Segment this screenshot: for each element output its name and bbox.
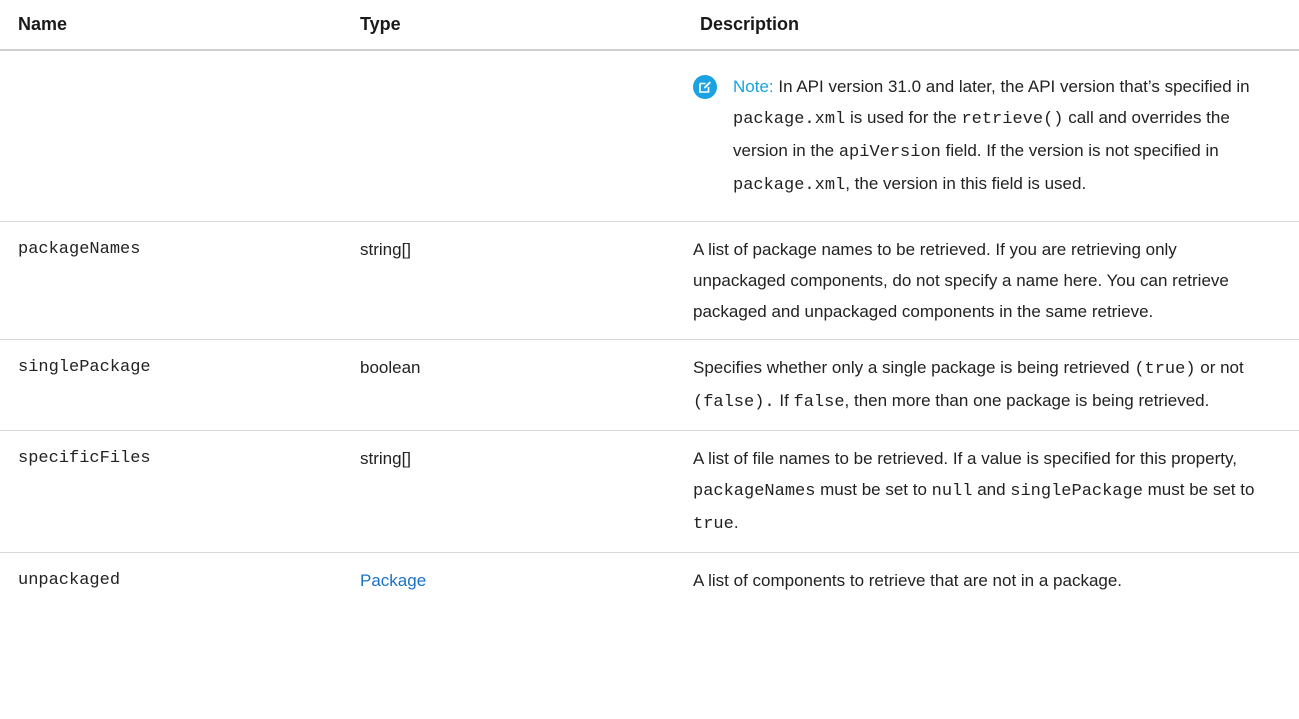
header-name: Name [0, 0, 342, 51]
description-text: must be set to [1142, 480, 1255, 499]
field-description: Specifies whether only a single package … [682, 339, 1299, 431]
code-true: true [693, 515, 734, 534]
code-null: null [931, 482, 973, 501]
field-type: Package [342, 553, 682, 609]
header-type: Type [342, 0, 682, 51]
field-table: Name Type Description Note: In API versi… [0, 0, 1299, 608]
field-type: string[] [342, 430, 682, 553]
field-description: A list of components to retrieve that ar… [682, 553, 1299, 609]
field-description: A list of file names to be retrieved. If… [682, 430, 1299, 553]
table-row: singlePackage boolean Specifies whether … [0, 339, 1299, 431]
description-text: Specifies whether only a single package … [693, 358, 1135, 377]
code-retrieve-call: retrieve() [961, 110, 1064, 129]
description-text: A list of components to retrieve that ar… [693, 571, 1123, 590]
table-row: specificFiles string[] A list of file na… [0, 430, 1299, 553]
type-cell [342, 50, 682, 222]
code-true: (true) [1134, 360, 1196, 379]
note-label: Note: [733, 77, 774, 96]
description-text: and [972, 480, 1011, 499]
description-cell: Note: In API version 31.0 and later, the… [682, 50, 1299, 222]
description-text: must be set to [815, 480, 932, 499]
description-text: A list of file names to be retrieved. If… [693, 449, 1237, 468]
note-text-segment: field. If the version is not specified i… [940, 141, 1219, 160]
code-false: false [793, 393, 845, 412]
note-text-segment: , the version in this field is used. [845, 174, 1087, 193]
note-text: Note: In API version 31.0 and later, the… [733, 71, 1271, 201]
field-name: specificFiles [0, 430, 342, 553]
table-row: Note: In API version 31.0 and later, the… [0, 50, 1299, 222]
field-name: singlePackage [0, 339, 342, 431]
note-text-segment: In API version 31.0 and later, the API v… [773, 77, 1250, 96]
description-text: A list of package names to be retrieved.… [693, 240, 1229, 321]
description-text: or not [1195, 358, 1244, 377]
header-row: Name Type Description [0, 0, 1299, 51]
code-package-xml: package.xml [733, 110, 846, 129]
edit-note-icon [693, 75, 717, 99]
field-type: string[] [342, 221, 682, 340]
note-text-segment: is used for the [845, 108, 962, 127]
table-row: packageNames string[] A list of package … [0, 221, 1299, 340]
description-text: , then more than one package is being re… [844, 391, 1210, 410]
name-cell [0, 50, 342, 222]
note-box: Note: In API version 31.0 and later, the… [693, 63, 1271, 209]
code-false: (false). [693, 393, 775, 412]
code-package-names: packageNames [693, 482, 816, 501]
code-single-package: singlePackage [1010, 482, 1143, 501]
code-package-xml: package.xml [733, 176, 846, 195]
field-name: unpackaged [18, 571, 121, 590]
field-description: A list of package names to be retrieved.… [682, 221, 1299, 340]
description-text: . [733, 513, 739, 532]
field-type: boolean [342, 339, 682, 431]
code-api-version: apiVersion [838, 143, 941, 162]
field-name: packageNames [0, 221, 342, 340]
description-text: If [774, 391, 794, 410]
header-description: Description [682, 0, 1299, 51]
table-row: unpackaged Package A list of components … [0, 553, 1299, 609]
package-type-link[interactable]: Package [360, 571, 426, 590]
